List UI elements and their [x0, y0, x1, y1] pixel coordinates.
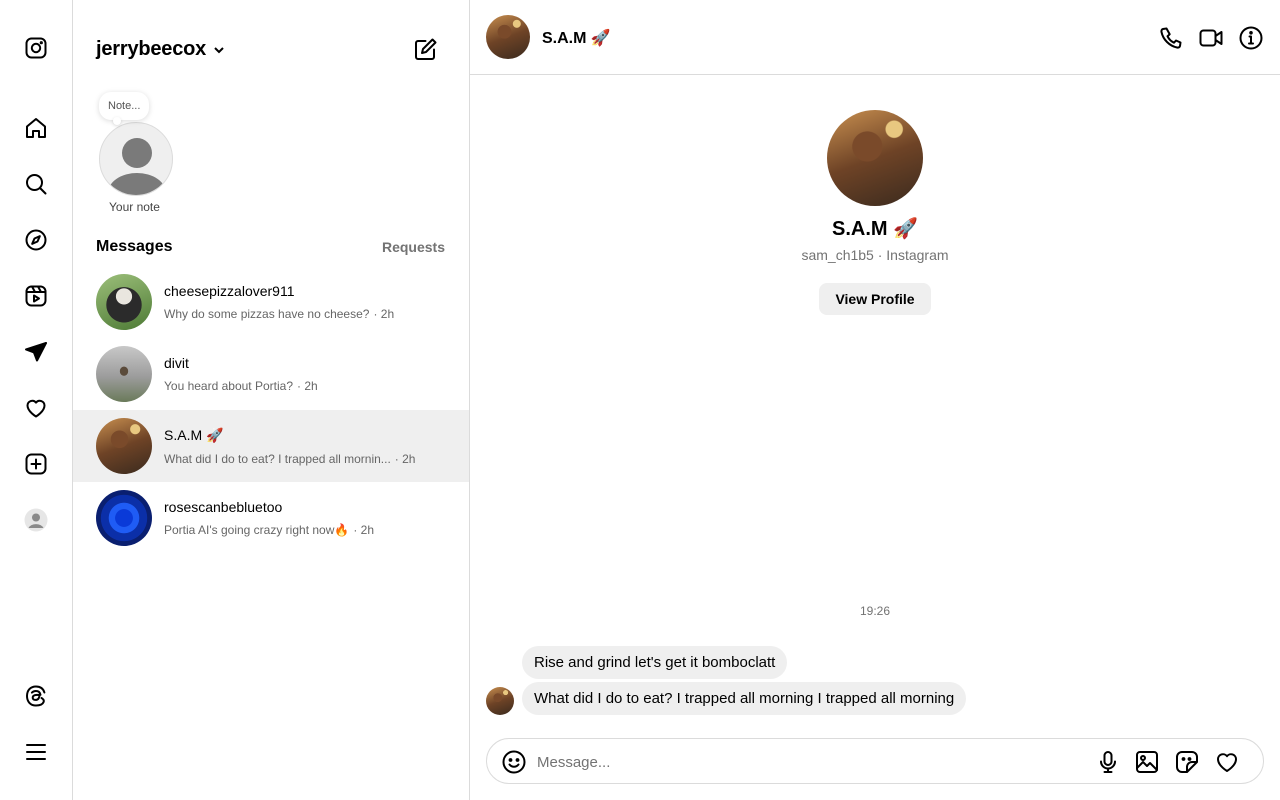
conversation-profile-card: S.A.M 🚀 sam_ch1b5 · Instagram View Profi…: [470, 110, 1280, 315]
new-message-button[interactable]: [413, 36, 439, 62]
voice-clip-button[interactable]: [1095, 749, 1121, 775]
thread-row[interactable]: cheesepizzalover911 Why do some pizzas h…: [73, 266, 469, 338]
thread-preview: Portia AI's going crazy right now🔥: [164, 523, 350, 537]
explore-icon[interactable]: [22, 226, 50, 254]
message-bubble[interactable]: What did I do to eat? I trapped all morn…: [522, 682, 967, 715]
thread-avatar: [96, 274, 152, 330]
profile-name: S.A.M 🚀: [831, 218, 918, 240]
messages-icon[interactable]: [22, 338, 50, 366]
thread-name: divit: [164, 355, 189, 371]
conversation-info-button[interactable]: [1238, 25, 1264, 51]
thread-time: · 2h: [297, 379, 318, 393]
threads-icon[interactable]: [22, 682, 50, 710]
messages-heading: Messages: [96, 238, 173, 255]
reels-icon[interactable]: [22, 282, 50, 310]
like-heart-button[interactable]: [1214, 749, 1240, 775]
compose-icon: [415, 38, 437, 60]
message-timestamp: 19:26: [859, 604, 891, 618]
chat-header: S.A.M 🚀: [470, 0, 1280, 75]
home-icon[interactable]: [22, 114, 50, 142]
sender-avatar[interactable]: [486, 687, 514, 715]
more-menu-icon[interactable]: [22, 738, 50, 766]
audio-call-button[interactable]: [1158, 25, 1184, 51]
thread-avatar: [96, 346, 152, 402]
thread-name: cheesepizzalover911: [164, 283, 295, 299]
profile-handle: sam_ch1b5 · Instagram: [801, 247, 949, 263]
sticker-button[interactable]: [1174, 749, 1200, 775]
thread-time: · 2h: [394, 451, 416, 466]
create-plus-icon[interactable]: [22, 450, 50, 478]
requests-link[interactable]: Requests: [382, 239, 445, 255]
thread-avatar: [96, 490, 152, 546]
note-label: Your note: [109, 200, 160, 214]
chevron-down-icon: [214, 46, 224, 53]
video-call-button[interactable]: [1198, 25, 1224, 51]
note-avatar[interactable]: [99, 122, 173, 196]
microphone-icon: [1100, 751, 1116, 773]
conversations-panel: jerrybeecox Note... Your note Messages R…: [73, 0, 470, 800]
message-bubble[interactable]: Rise and grind let's get it bomboclatt: [522, 646, 788, 679]
thread-time: · 2h: [373, 307, 395, 321]
message-composer: [486, 738, 1264, 784]
profile-avatar-icon[interactable]: [22, 506, 50, 534]
thread-preview: You heard about Portia?: [164, 379, 293, 393]
thread-preview: What did I do to eat? I trapped all morn…: [164, 451, 391, 466]
thread-avatar: [96, 418, 152, 474]
heart-icon: [1216, 753, 1238, 772]
info-icon: [1239, 26, 1263, 50]
smiley-icon: [502, 750, 526, 774]
thread-preview: Why do some pizzas have no cheese?: [164, 307, 370, 321]
account-switcher[interactable]: jerrybeecox: [96, 38, 226, 61]
thread-name: S.A.M 🚀: [164, 426, 224, 443]
thread-list: cheesepizzalover911 Why do some pizzas h…: [73, 266, 469, 554]
thread-row[interactable]: divit You heard about Portia? · 2h: [73, 338, 469, 410]
phone-icon: [1160, 27, 1182, 49]
chat-header-avatar[interactable]: [486, 15, 530, 59]
chat-header-name[interactable]: S.A.M 🚀: [542, 28, 611, 48]
search-icon[interactable]: [22, 170, 50, 198]
thread-time: · 2h: [353, 523, 375, 537]
emoji-button[interactable]: [501, 749, 527, 775]
sticker-icon: [1176, 751, 1198, 773]
message-input[interactable]: [537, 749, 1077, 775]
thread-row-active[interactable]: S.A.M 🚀 What did I do to eat? I trapped …: [73, 410, 469, 482]
note-bubble[interactable]: Note...: [99, 92, 150, 125]
instagram-logo-icon[interactable]: [22, 34, 50, 62]
thread-name: rosescanbebluetoo: [164, 499, 283, 515]
account-username: jerrybeecox: [96, 38, 207, 60]
video-camera-icon: [1199, 29, 1223, 47]
thread-row[interactable]: rosescanbebluetoo Portia AI's going craz…: [73, 482, 469, 554]
nav-rail: [0, 0, 73, 800]
notifications-heart-icon[interactable]: [22, 394, 50, 422]
view-profile-button[interactable]: View Profile: [819, 283, 931, 315]
image-icon: [1136, 751, 1158, 773]
add-photo-button[interactable]: [1134, 749, 1160, 775]
chat-panel: S.A.M 🚀 S.A.M 🚀 sam_ch1b5 · Instagram Vi…: [470, 0, 1280, 800]
profile-avatar[interactable]: [827, 110, 923, 206]
